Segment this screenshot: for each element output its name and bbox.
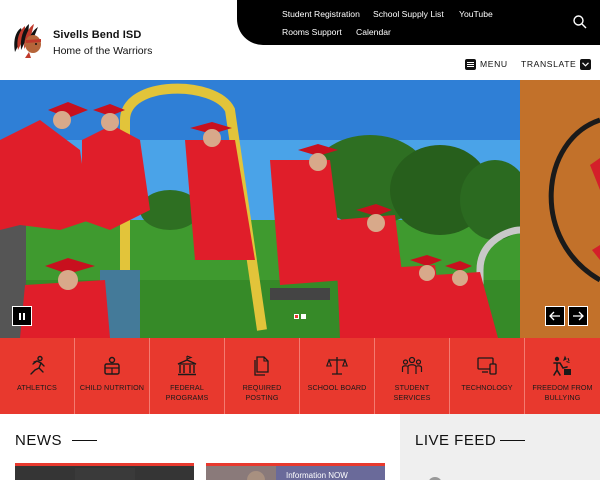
quicklink-label: FREEDOM FROM BULLYING: [532, 383, 593, 402]
quicklink-child-nutrition[interactable]: CHILD NUTRITION: [75, 338, 150, 414]
quicklink-label: REQUIRED POSTING: [242, 383, 282, 402]
devices-icon: [477, 357, 497, 375]
quicklink-required-posting[interactable]: REQUIRED POSTING: [225, 338, 300, 414]
quicklink-label: STUDENT SERVICES: [393, 383, 431, 402]
topbar-link-youtube[interactable]: YouTube: [459, 9, 493, 19]
documents-icon: [254, 356, 269, 376]
government-building-icon: [177, 355, 197, 376]
news-card-1[interactable]: [15, 463, 194, 480]
top-utility-bar: [237, 0, 600, 45]
chevron-down-icon: [580, 58, 592, 70]
translate-button[interactable]: TRANSLATE: [521, 58, 592, 70]
menu-button[interactable]: MENU: [465, 58, 508, 70]
school-name[interactable]: Sivells Bend ISD: [53, 29, 141, 41]
news-section: NEWS Information NOW: [0, 414, 400, 480]
food-tray-icon: [104, 356, 120, 375]
news-heading: NEWS: [15, 432, 62, 449]
news-card-1-image: [15, 466, 194, 480]
live-feed-heading-rule: [500, 440, 525, 441]
site-header: Sivells Bend ISD Home of the Warriors St…: [0, 0, 600, 80]
topbar-link-calendar[interactable]: Calendar: [356, 27, 391, 37]
next-slide-button[interactable]: [568, 306, 588, 326]
slide-dot-1[interactable]: [294, 314, 299, 319]
quicklink-school-board[interactable]: SCHOOL BOARD: [300, 338, 375, 414]
news-card-2[interactable]: Information NOW: [206, 463, 385, 480]
quicklink-label: ATHLETICS: [17, 383, 57, 392]
news-card-2-text: Information NOW: [286, 471, 348, 480]
topbar-link-student-registration[interactable]: Student Registration: [282, 9, 360, 19]
live-feed-heading: LIVE FEED: [415, 432, 497, 449]
translate-label: TRANSLATE: [521, 59, 577, 69]
slide-dots: [294, 314, 306, 319]
scales-icon: [326, 357, 348, 375]
quicklink-freedom-from-bullying[interactable]: FREEDOM FROM BULLYING: [525, 338, 600, 414]
support-icon: [553, 355, 571, 376]
arrow-right-icon: [573, 311, 584, 321]
quicklink-label: SCHOOL BOARD: [307, 383, 367, 392]
warrior-logo-icon[interactable]: [11, 22, 45, 58]
quicklink-student-services[interactable]: STUDENT SERVICES: [375, 338, 450, 414]
live-feed-section: LIVE FEED: [400, 414, 600, 480]
prev-slide-button[interactable]: [545, 306, 565, 326]
quick-links-bar: ATHLETICS CHILD NUTRITION FEDERAL PROGRA…: [0, 338, 600, 414]
topbar-link-school-supply-list[interactable]: School Supply List: [373, 9, 444, 19]
quicklink-label: CHILD NUTRITION: [79, 383, 145, 392]
quicklink-federal-programs[interactable]: FEDERAL PROGRAMS: [150, 338, 225, 414]
school-tagline: Home of the Warriors: [53, 45, 153, 57]
search-icon[interactable]: [572, 14, 588, 30]
pause-button[interactable]: [12, 306, 32, 326]
graduation-photo: [0, 80, 520, 338]
hamburger-icon: [465, 58, 476, 70]
hero-slideshow: [0, 80, 600, 338]
next-slide-preview: [520, 80, 600, 338]
runner-icon: [30, 355, 45, 375]
pause-icon: [19, 312, 21, 320]
news-heading-rule: [72, 440, 97, 441]
menu-label: MENU: [480, 59, 508, 69]
quicklink-athletics[interactable]: ATHLETICS: [0, 338, 75, 414]
arrow-left-icon: [549, 311, 560, 321]
quicklink-technology[interactable]: TECHNOLOGY: [450, 338, 525, 414]
quicklink-label: FEDERAL PROGRAMS: [165, 383, 209, 402]
quicklink-label: TECHNOLOGY: [461, 383, 513, 392]
slide-dot-2[interactable]: [301, 314, 306, 319]
topbar-link-rooms-support[interactable]: Rooms Support: [282, 27, 342, 37]
people-icon: [401, 356, 423, 374]
